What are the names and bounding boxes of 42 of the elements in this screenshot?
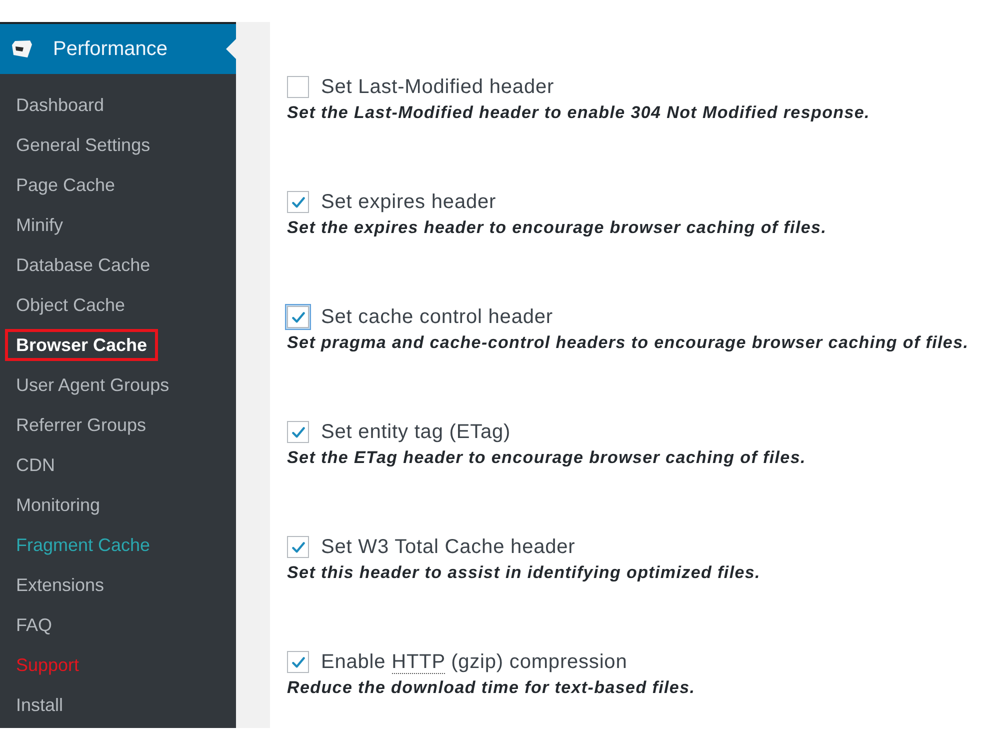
sidebar-menu-item[interactable]: Page Cache [5,169,126,201]
sidebar-menu-item[interactable]: Dashboard [5,89,116,121]
cube-icon [11,39,33,59]
checkbox[interactable] [287,536,309,558]
checkmark-icon [292,426,304,438]
sidebar-menu-item[interactable]: FAQ [5,609,64,641]
sidebar-menu-item[interactable]: CDN [5,449,66,481]
sidebar-menu-item[interactable]: General Settings [5,129,162,161]
sidebar-menu-item[interactable]: User Agent Groups [5,369,180,401]
sidebar-menu-item[interactable]: Minify [5,209,74,241]
checkmark-icon [292,656,304,668]
sidebar-header[interactable]: Performance [0,22,236,74]
option-description: Reduce the download time for text-based files. [287,677,696,699]
sidebar-menu-item[interactable]: Browser Cache [5,329,158,361]
option-label[interactable]: Set entity tag (ETag) [321,420,511,444]
option-description: Set this header to assist in identifying optimized files. [287,562,762,584]
checkbox[interactable] [287,651,309,673]
sidebar-menu-item[interactable]: Extensions [5,569,116,601]
sidebar-menu-item[interactable]: Monitoring [5,489,112,521]
sidebar-menu-item[interactable]: Database Cache [5,249,162,281]
pointer-arrow-icon [226,39,236,59]
sidebar-menu-item[interactable]: Fragment Cache [5,529,162,561]
sidebar-menu-item[interactable]: Object Cache [5,289,136,321]
checkbox[interactable] [287,76,309,98]
sidebar-menu-item[interactable]: Install [5,689,74,721]
option-label[interactable]: Set cache control header [321,305,553,329]
option-description: Set pragma and cache-control headers to encourage browser caching of files. [287,332,970,354]
option-label[interactable]: Set Last-Modified header [321,75,554,99]
checkmark-icon [292,312,304,322]
option-label[interactable]: Set W3 Total Cache header [321,535,576,559]
checkmark-icon [292,196,304,208]
option-description: Set the expires header to encourage browser caching of files. [287,217,828,239]
option-description: Set the Last-Modified header to enable 304 Not Modified response. [287,102,871,124]
sidebar-title: Performance [53,37,168,61]
checkbox[interactable] [287,306,309,328]
option-description: Set the ETag header to encourage browser caching of files. [287,447,807,469]
checkmark-icon [292,542,304,552]
sidebar-menu-item[interactable]: Referrer Groups [5,409,158,441]
option-label[interactable]: Set expires header [321,190,496,214]
checkbox[interactable] [287,191,309,213]
checkbox[interactable] [287,421,309,443]
option-label[interactable]: Enable HTTP (gzip) compression [321,650,628,674]
